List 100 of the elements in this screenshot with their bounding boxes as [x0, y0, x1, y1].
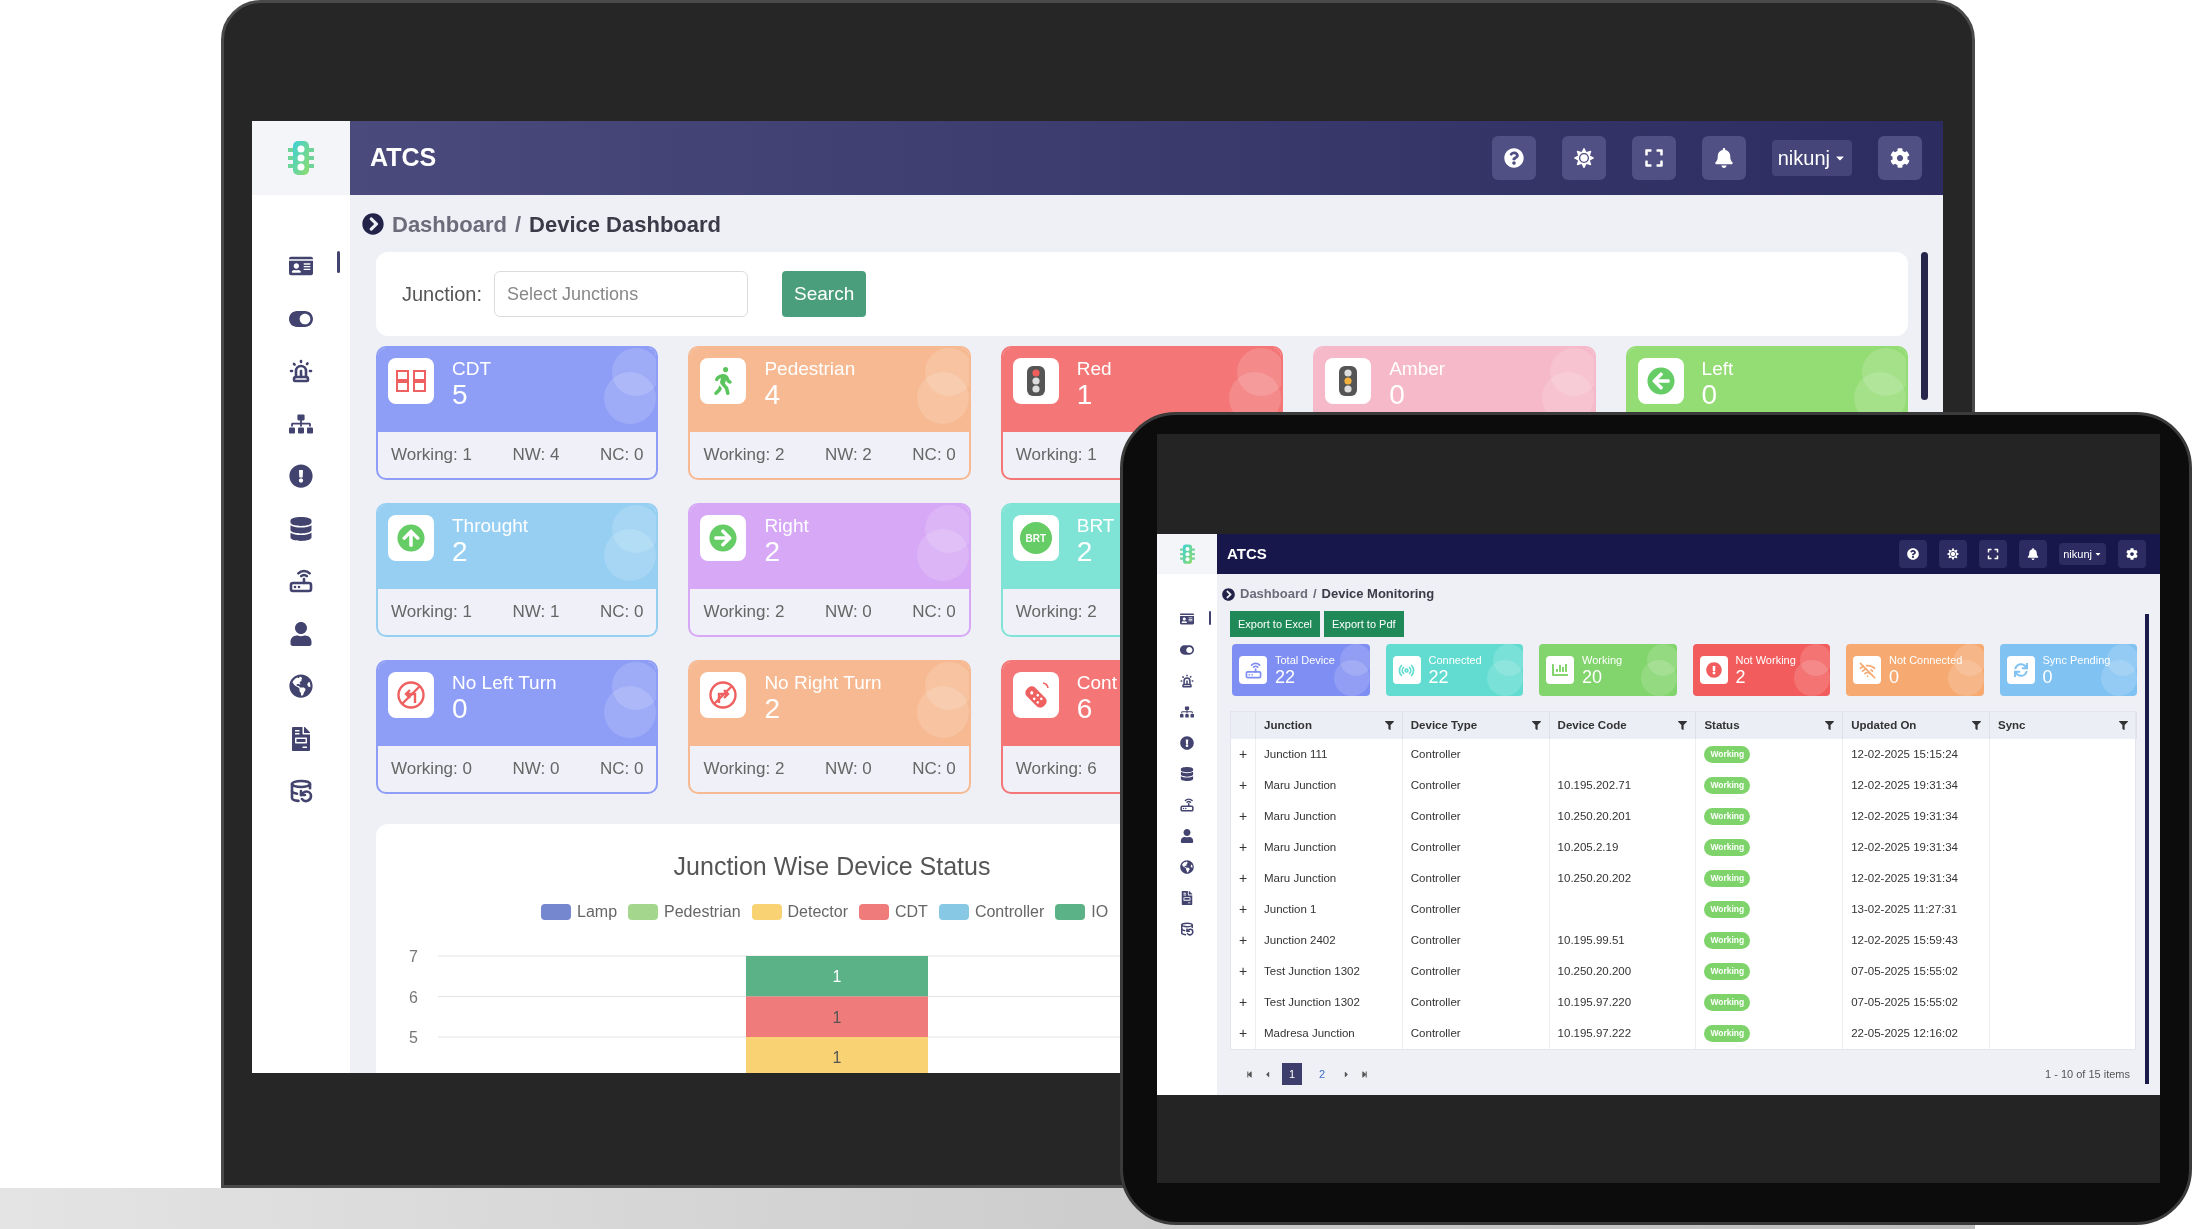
- table-cell-text: 10.195.202.71: [1557, 777, 1632, 793]
- column-header[interactable]: Updated On: [1851, 716, 1917, 735]
- router-icon: [1244, 661, 1262, 679]
- collapse-icon[interactable]: [362, 213, 384, 235]
- table-cell-text: 12-02-2025 15:59:43: [1851, 932, 1958, 948]
- sitemap-icon[interactable]: [289, 411, 313, 436]
- table-cell-text: Controller: [1410, 932, 1461, 948]
- card-count: 0: [1389, 381, 1406, 409]
- card-count: 6: [1076, 695, 1094, 723]
- expand-toggle[interactable]: +: [1238, 775, 1248, 796]
- last-page-icon[interactable]: [1361, 1070, 1368, 1078]
- settings-button[interactable]: [1878, 136, 1922, 180]
- junction-select[interactable]: Select Junctions: [494, 271, 749, 317]
- table-cell-text: Junction 111: [1264, 746, 1328, 762]
- legend-label: IO: [1091, 901, 1109, 922]
- expand-toggle[interactable]: +: [1238, 961, 1248, 982]
- help-icon: [1907, 548, 1920, 560]
- globe-icon[interactable]: [1180, 860, 1194, 874]
- breadcrumb-link[interactable]: Dashboard: [392, 207, 507, 241]
- next-page-icon[interactable]: [1342, 1069, 1351, 1079]
- notifications-button[interactable]: [2019, 540, 2048, 568]
- router-icon[interactable]: [1180, 798, 1194, 812]
- expand-toggle[interactable]: +: [1238, 899, 1248, 920]
- notifications-button[interactable]: [1701, 136, 1746, 180]
- table-cell-text: 12-02-2025 19:31:34: [1851, 870, 1958, 886]
- expand-toggle[interactable]: +: [1238, 868, 1248, 889]
- user-menu[interactable]: nikunj: [1771, 140, 1852, 176]
- help-button[interactable]: [1491, 136, 1536, 180]
- expand-toggle[interactable]: +: [1238, 1023, 1248, 1044]
- export-button[interactable]: Export to Excel: [1230, 611, 1320, 637]
- filter-icon[interactable]: [2118, 721, 2128, 730]
- table-cell-text: 10.195.97.222: [1557, 1025, 1632, 1041]
- app-title: ATCS: [1227, 543, 1267, 564]
- table-cell-text: 12-02-2025 15:15:24: [1851, 746, 1958, 762]
- column-header[interactable]: Junction: [1264, 716, 1312, 735]
- router-icon[interactable]: [289, 569, 313, 593]
- filter-icon[interactable]: [1384, 721, 1394, 730]
- page-button[interactable]: 1: [1282, 1063, 1302, 1085]
- collapse-icon[interactable]: [1222, 587, 1235, 601]
- fullscreen-button[interactable]: [1631, 136, 1676, 180]
- page-button[interactable]: 2: [1312, 1063, 1332, 1085]
- expand-toggle[interactable]: +: [1238, 930, 1248, 951]
- file-chart-icon[interactable]: [1180, 891, 1194, 905]
- database-icon[interactable]: [289, 516, 313, 541]
- siren-icon[interactable]: [289, 359, 313, 383]
- user-menu[interactable]: nikunj: [2059, 543, 2106, 565]
- help-button[interactable]: [1899, 540, 1928, 568]
- breadcrumb-separator: /: [514, 210, 522, 239]
- filter-icon[interactable]: [1825, 721, 1835, 730]
- siren-icon[interactable]: [1180, 674, 1194, 688]
- expand-toggle[interactable]: +: [1238, 744, 1248, 765]
- theme-button[interactable]: [1939, 540, 1968, 568]
- alert-icon[interactable]: [1180, 736, 1194, 750]
- card-label: Pedestrian: [764, 359, 856, 378]
- table-cell-text: Junction 2402: [1264, 932, 1336, 948]
- stat-label: Not Connected: [1889, 654, 1963, 666]
- previous-page-icon[interactable]: [1263, 1069, 1272, 1079]
- column-header[interactable]: Status: [1704, 716, 1740, 735]
- database-sync-icon[interactable]: [289, 779, 313, 803]
- card-stat: NC: 0: [912, 601, 956, 624]
- legend-label: Controller: [974, 901, 1045, 922]
- traffic-light-logo: [286, 140, 316, 176]
- column-header[interactable]: Device Type: [1410, 716, 1478, 735]
- theme-button[interactable]: [1561, 136, 1606, 180]
- table-cell-text: Maru Junction: [1264, 808, 1337, 824]
- column-header[interactable]: Device Code: [1557, 716, 1627, 735]
- card-label: Cont: [1076, 673, 1117, 692]
- breadcrumb-current: Device Monitoring: [1321, 585, 1435, 604]
- globe-icon[interactable]: [289, 674, 313, 698]
- table-cell-text: Junction 1: [1264, 901, 1317, 917]
- table-cell-text: 10.250.20.202: [1557, 870, 1632, 886]
- card-stat: Working: 2: [703, 601, 785, 624]
- sitemap-icon[interactable]: [1180, 705, 1194, 719]
- table-cell-text: 13-02-2025 11:27:31: [1851, 901, 1958, 917]
- export-button[interactable]: Export to Pdf: [1324, 611, 1404, 637]
- id-card-icon[interactable]: [289, 254, 313, 278]
- stat-label: Sync Pending: [2042, 654, 2111, 666]
- id-card-icon[interactable]: [1180, 612, 1194, 626]
- breadcrumb-link[interactable]: Dashboard: [1240, 584, 1308, 604]
- expand-toggle[interactable]: +: [1238, 806, 1248, 827]
- table-cell-text: 12-02-2025 19:31:34: [1851, 777, 1958, 793]
- database-sync-icon[interactable]: [1180, 922, 1194, 936]
- stat-value: 2: [1735, 667, 1747, 686]
- file-chart-icon[interactable]: [289, 726, 313, 751]
- toggle-icon[interactable]: [1180, 643, 1194, 657]
- expand-toggle[interactable]: +: [1238, 837, 1248, 858]
- expand-toggle[interactable]: +: [1238, 992, 1248, 1013]
- first-page-icon[interactable]: [1246, 1070, 1253, 1078]
- database-icon[interactable]: [1180, 767, 1194, 781]
- filter-icon[interactable]: [1678, 721, 1688, 730]
- user-icon[interactable]: [289, 621, 313, 646]
- filter-icon[interactable]: [1531, 721, 1541, 730]
- no-turn-icon: [396, 680, 426, 710]
- filter-icon[interactable]: [1972, 721, 1981, 730]
- settings-button[interactable]: [2118, 540, 2146, 568]
- alert-icon[interactable]: [289, 464, 313, 488]
- column-header[interactable]: Sync: [1998, 716, 2026, 735]
- fullscreen-button[interactable]: [1979, 540, 2008, 568]
- table-cell-text: 12-02-2025 19:31:34: [1851, 808, 1958, 824]
- user-icon[interactable]: [1180, 829, 1194, 843]
